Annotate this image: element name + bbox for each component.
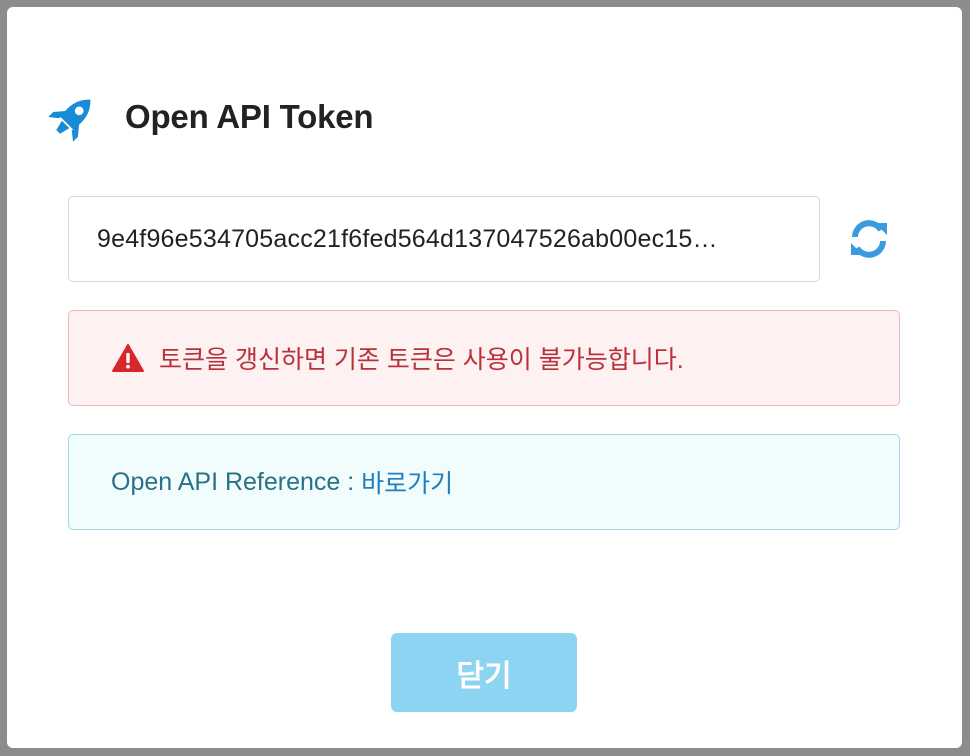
refresh-icon <box>851 220 887 258</box>
warning-alert: 토큰을 갱신하면 기존 토큰은 사용이 불가능합니다. <box>68 310 900 406</box>
warning-text: 토큰을 갱신하면 기존 토큰은 사용이 불가능합니다. <box>159 346 684 374</box>
rocket-icon <box>48 99 91 142</box>
token-dialog: Open API Token 9e4f96e534705acc21f6fed56… <box>7 7 962 748</box>
api-reference-label: Open API Reference : <box>111 467 362 496</box>
close-button[interactable]: 닫기 <box>391 633 577 712</box>
api-reference-link[interactable]: 바로가기 <box>361 464 453 500</box>
refresh-token-button[interactable] <box>846 216 892 262</box>
dialog-header: Open API Token <box>45 89 374 145</box>
token-row: 9e4f96e534705acc21f6fed564d137047526ab00… <box>68 196 900 282</box>
token-value: 9e4f96e534705acc21f6fed564d137047526ab00… <box>97 224 718 253</box>
info-alert: Open API Reference : 바로가기 <box>68 434 900 530</box>
warning-triangle-icon <box>112 344 144 372</box>
dialog-title: Open API Token <box>125 98 374 135</box>
token-field[interactable]: 9e4f96e534705acc21f6fed564d137047526ab00… <box>68 196 820 282</box>
